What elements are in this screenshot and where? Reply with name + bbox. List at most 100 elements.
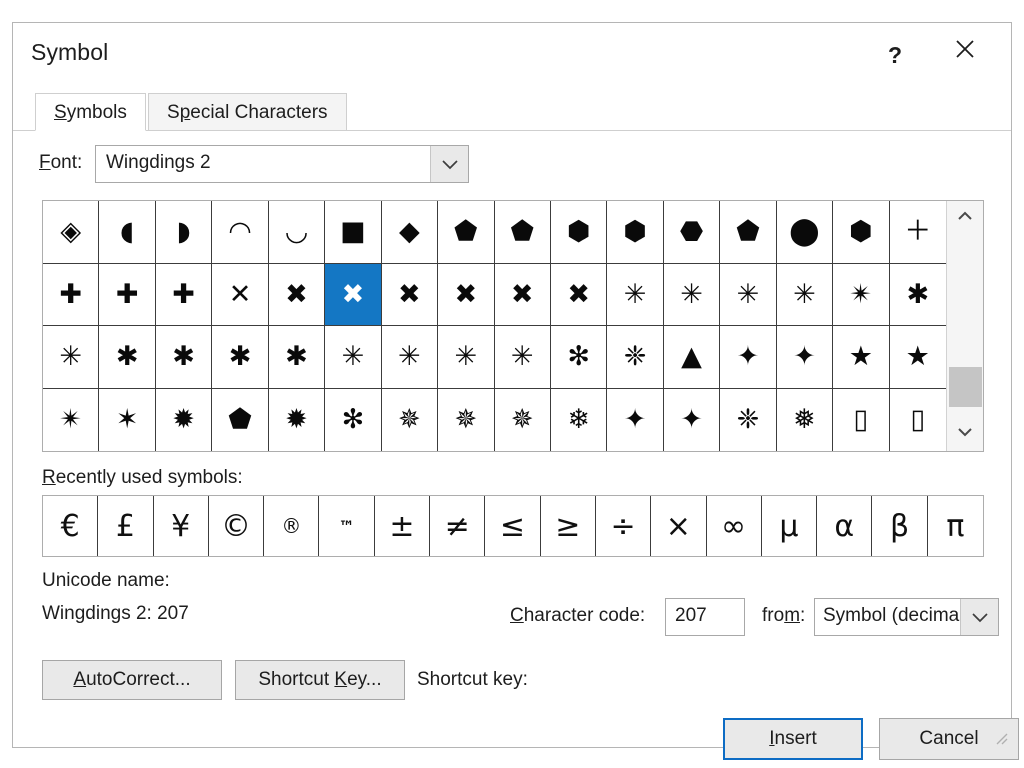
symbol-cell-six-point-star-filled[interactable]: ✶ [99,388,156,451]
symbol-cell-plus-thin[interactable]: ＋ [889,201,946,264]
symbol-cell-triple-snowflake[interactable]: ▯ [833,388,890,451]
tab-special-characters[interactable]: Special Characters [148,93,347,131]
shortcut-key-button[interactable]: Shortcut Key... [235,660,405,700]
symbol-cell-half-disc-up[interactable]: ◠ [212,201,269,264]
recent-symbol-plus-minus-sign[interactable]: ± [375,496,431,556]
symbol-cell-hexagon-horizontal[interactable]: ⬢ [607,201,664,264]
symbol-cell-half-circle-left[interactable]: ◖ [99,201,156,264]
scrollbar-thumb[interactable] [949,367,982,407]
symbol-cell-x-selected[interactable]: ✖ [325,263,382,326]
symbol-cell-asterisk-5-thin[interactable]: ✳ [607,263,664,326]
from-combobox[interactable]: Symbol (decimal) [814,598,999,636]
recent-symbol-registered-sign[interactable]: ® [264,496,320,556]
recent-symbol-greater-than-or-equal-sign[interactable]: ≥ [541,496,596,556]
recent-symbol-infinity-sign[interactable]: ∞ [707,496,762,556]
symbol-cell-snowflake-outline[interactable]: ✦ [607,388,664,451]
symbol-cell-asterisk-8-thin[interactable]: ✱ [889,264,946,326]
recent-symbol-multiplication-sign[interactable]: × [651,496,707,556]
symbol-cell-asterisk-5-light[interactable]: ✳ [663,263,721,326]
symbol-cell-half-circle-right[interactable]: ◗ [155,201,213,264]
font-dropdown-button[interactable] [430,146,468,182]
symbol-cell-asterisk-8-heavy[interactable]: ✳ [494,326,551,389]
symbol-cell-nonagon[interactable]: ⬢ [833,201,890,264]
symbol-cell-four-point-star-filled[interactable]: ✦ [776,326,834,389]
symbol-cell-asterisk-6-bold-2[interactable]: ✱ [212,326,269,389]
symbol-cell-sixteen-point-starburst[interactable]: ✻ [325,388,382,451]
recent-symbol-not-equal-sign[interactable]: ≠ [430,496,486,556]
symbol-cell-five-point-star-thin[interactable]: ★ [833,326,890,389]
recent-symbol-trademark-sign[interactable]: ™ [319,496,375,556]
autocorrect-button[interactable]: AutoCorrect... [42,660,222,700]
recent-symbol-less-than-or-equal-sign[interactable]: ≤ [485,496,541,556]
symbol-cell-plus-bold[interactable]: ✚ [99,263,156,326]
recent-symbol-alpha-sign[interactable]: α [817,496,873,556]
symbol-cell-x-medium[interactable]: ✖ [381,263,439,326]
symbol-cell-filled-square[interactable]: ■ [325,201,382,264]
symbol-cell-six-point-outline-star[interactable]: ❄ [551,388,608,451]
recent-symbol-micro-sign[interactable]: μ [762,496,818,556]
tab-symbols[interactable]: Symbols [35,93,146,131]
help-button[interactable]: ? [871,37,919,73]
symbol-cell-four-point-outline-star[interactable]: ✵ [438,388,495,451]
symbol-cell-tri-spoke[interactable]: ❈ [607,326,664,389]
scroll-up-button[interactable] [947,201,983,235]
font-combobox[interactable]: Wingdings 2 [95,145,469,183]
character-code-input[interactable]: 207 [665,598,745,636]
symbol-cell-filled-circle[interactable]: ⬤ [776,201,834,264]
symbol-cell-twelve-point-starburst[interactable]: ✹ [269,388,326,451]
symbol-cell-asterisk-8-light[interactable]: ✳ [325,326,382,389]
symbol-cell-x-extra-heavy[interactable]: ✖ [550,263,608,326]
recent-symbol-copyright-sign[interactable]: © [209,496,265,556]
symbol-cell-x-snowflake[interactable]: ❅ [777,388,834,451]
symbol-cell-x-heavy[interactable]: ✖ [494,263,551,326]
symbol-cell-filled-diamond[interactable]: ◆ [381,201,439,264]
from-dropdown-button[interactable] [960,599,998,635]
symbol-cell-diamond-in-diamond[interactable]: ◈ [43,201,100,264]
resize-grip-icon[interactable] [994,731,1008,745]
symbol-cell-asterisk-6-heavy[interactable]: ✴ [833,263,890,326]
symbol-cell-asterisk-8-bold[interactable]: ✳ [438,326,495,389]
symbol-cell-tri-arrow[interactable]: ✵ [382,388,439,451]
recent-symbol-division-sign[interactable]: ÷ [596,496,652,556]
symbol-cell-asterisk-8-extra[interactable]: ✻ [550,326,608,389]
symbol-cell-x-light[interactable]: ✖ [268,263,326,326]
symbol-cell-four-point-concave[interactable]: ❈ [720,388,777,451]
symbol-grid-scrollbar[interactable] [946,201,983,451]
symbol-cell-six-point-star-thin[interactable]: ✴ [43,388,100,451]
symbol-cell-heptagon[interactable]: ⬣ [663,201,721,264]
symbol-cell-asterisk-6-thin[interactable]: ✳ [43,326,100,389]
symbol-cell-octagram-filled[interactable]: ⬟ [212,388,269,451]
symbol-cell-half-disc-down[interactable]: ◡ [268,201,326,264]
scroll-down-button[interactable] [947,417,983,451]
symbol-cell-empty-box-1[interactable]: ▯ [890,389,946,452]
close-button[interactable] [941,37,989,73]
symbol-cell-five-point-star-filled[interactable]: ★ [889,326,946,389]
symbol-cell-eight-point-star-thin[interactable]: ✹ [156,388,213,451]
symbol-cell-asterisk-6-light[interactable]: ✱ [99,326,156,389]
symbol-cell-x-bold[interactable]: ✖ [438,263,495,326]
recent-symbol-yen-sign[interactable]: ¥ [154,496,209,556]
recent-symbol-beta-sign[interactable]: β [872,496,928,556]
symbol-cell-plus-heavy[interactable]: ✚ [155,263,213,326]
symbol-cell-asterisk-5-medium[interactable]: ✳ [720,263,777,326]
recently-used-grid[interactable]: € £ ¥ © ® ™ ± ≠ ≤ ≥ ÷ × ∞ μ α β π [42,495,984,557]
symbol-cell-hexagon-vertical[interactable]: ⬢ [550,201,608,264]
recent-symbol-pound-sign[interactable]: £ [98,496,154,556]
symbol-cell-pentagon-up[interactable]: ⬟ [438,201,495,264]
recent-symbol-euro-sign[interactable]: € [43,496,99,556]
recent-symbol-pi-sign[interactable]: π [928,496,983,556]
symbol-grid[interactable]: ◈ ◖ ◗ ◠ ◡ ■ ◆ ⬟ ⬟ ⬢ ⬢ ⬣ ⬟ ⬤ ⬢ ＋ ✚ ✚ ✚ ✕ ✖ ✖ ✖ ✖ ✖ ✖ ✳ ✳ ✳ ✳ ✴ ✱ ✳ ✱ ✱ ✱ ✱ ✳ ✳ ✳… [43,201,946,451]
symbol-cell-x-thin[interactable]: ✕ [212,263,269,326]
insert-button[interactable]: Insert [723,718,863,760]
symbol-cell-five-point-outline-star[interactable]: ✵ [495,388,551,451]
symbol-cell-asterisk-6-medium[interactable]: ✱ [155,326,213,389]
symbol-cell-four-point-star-small[interactable]: ✦ [720,326,777,389]
symbol-cell-four-point-sparkle[interactable]: ✦ [664,388,721,451]
symbol-cell-asterisk-8-medium[interactable]: ✳ [381,326,439,389]
symbol-cell-pentagon-down[interactable]: ⬟ [494,201,551,264]
symbol-cell-triangle-spoke[interactable]: ▲ [663,326,721,389]
symbol-cell-asterisk-6-heavy-2[interactable]: ✱ [268,326,326,389]
symbol-cell-plus-medium[interactable]: ✚ [43,263,100,326]
symbol-cell-octagon[interactable]: ⬟ [720,201,777,264]
symbol-cell-asterisk-6-bold[interactable]: ✳ [776,263,834,326]
